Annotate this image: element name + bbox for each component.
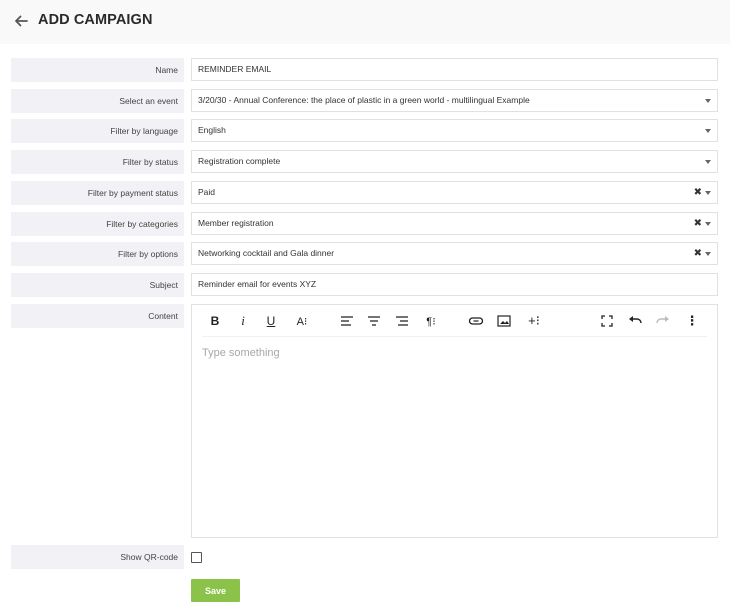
align-right-button[interactable] xyxy=(393,312,411,330)
content-editor[interactable]: B i U A⁝ ¶⁝ +⁝ ⋮ Type something xyxy=(191,304,718,538)
link-icon xyxy=(468,317,484,325)
event-label: Select an event xyxy=(11,89,184,113)
show-qr-row: Show QR-code xyxy=(0,545,730,569)
more-options-button[interactable]: ⋮ xyxy=(683,312,701,330)
content-label: Content xyxy=(11,304,184,328)
status-label: Filter by status xyxy=(11,150,184,174)
show-qr-checkbox[interactable] xyxy=(191,552,202,563)
insert-button[interactable]: +⁝ xyxy=(523,312,545,330)
status-select-value: Registration complete xyxy=(198,156,281,166)
arrow-left-icon[interactable] xyxy=(12,12,30,30)
fullscreen-icon xyxy=(601,315,613,327)
payment-status-label: Filter by payment status xyxy=(11,181,184,205)
name-input[interactable]: REMINDER EMAIL xyxy=(191,58,718,81)
editor-toolbar: B i U A⁝ ¶⁝ +⁝ ⋮ xyxy=(202,305,707,337)
link-button[interactable] xyxy=(467,312,485,330)
image-button[interactable] xyxy=(495,312,513,330)
options-select-value: Networking cocktail and Gala dinner xyxy=(198,248,335,258)
status-select[interactable]: Registration complete xyxy=(191,150,718,173)
chevron-down-icon[interactable] xyxy=(705,222,711,226)
language-row: Filter by language English xyxy=(0,119,730,143)
event-row: Select an event 3/20/30 - Annual Confere… xyxy=(0,89,730,113)
chevron-down-icon[interactable] xyxy=(705,99,711,103)
language-label: Filter by language xyxy=(11,119,184,143)
align-center-icon xyxy=(368,316,380,326)
options-select[interactable]: Networking cocktail and Gala dinner ✖ xyxy=(191,242,718,265)
categories-select[interactable]: Member registration ✖ xyxy=(191,212,718,235)
name-row: Name REMINDER EMAIL xyxy=(0,58,730,82)
language-select[interactable]: English xyxy=(191,119,718,142)
undo-button[interactable] xyxy=(626,312,644,330)
categories-row: Filter by categories Member registration… xyxy=(0,212,730,236)
payment-status-row: Filter by payment status Paid ✖ xyxy=(0,181,730,205)
options-row: Filter by options Networking cocktail an… xyxy=(0,242,730,266)
event-select-value: 3/20/30 - Annual Conference: the place o… xyxy=(198,95,530,105)
font-size-button[interactable]: A⁝ xyxy=(291,312,313,330)
page-title: ADD CAMPAIGN xyxy=(38,12,153,28)
align-left-icon xyxy=(341,316,353,326)
clear-icon[interactable]: ✖ xyxy=(694,243,702,264)
chevron-down-icon[interactable] xyxy=(705,252,711,256)
redo-icon xyxy=(656,316,669,324)
categories-label: Filter by categories xyxy=(11,212,184,236)
paragraph-button[interactable]: ¶⁝ xyxy=(420,312,442,330)
event-select[interactable]: 3/20/30 - Annual Conference: the place o… xyxy=(191,89,718,112)
page-header: ADD CAMPAIGN xyxy=(0,0,730,44)
undo-icon xyxy=(629,316,642,324)
align-center-button[interactable] xyxy=(365,312,383,330)
image-icon xyxy=(497,315,511,327)
categories-select-value: Member registration xyxy=(198,218,274,228)
italic-button[interactable]: i xyxy=(234,312,252,330)
show-qr-label: Show QR-code xyxy=(11,545,184,569)
subject-row: Subject Reminder email for events XYZ xyxy=(0,273,730,297)
redo-button[interactable] xyxy=(654,312,672,330)
clear-icon[interactable]: ✖ xyxy=(694,213,702,234)
chevron-down-icon[interactable] xyxy=(705,129,711,133)
clear-icon[interactable]: ✖ xyxy=(694,182,702,203)
subject-label: Subject xyxy=(11,273,184,297)
payment-status-select-value: Paid xyxy=(198,187,216,197)
subject-input[interactable]: Reminder email for events XYZ xyxy=(191,273,718,296)
status-row: Filter by status Registration complete xyxy=(0,150,730,174)
align-right-icon xyxy=(396,316,408,326)
align-left-button[interactable] xyxy=(338,312,356,330)
chevron-down-icon[interactable] xyxy=(705,191,711,195)
payment-status-select[interactable]: Paid ✖ xyxy=(191,181,718,204)
options-label: Filter by options xyxy=(11,242,184,266)
name-label: Name xyxy=(11,58,184,82)
bold-button[interactable]: B xyxy=(206,312,224,330)
save-button[interactable]: Save xyxy=(191,579,240,602)
editor-placeholder: Type something xyxy=(202,347,280,359)
underline-button[interactable]: U xyxy=(262,312,280,330)
fullscreen-button[interactable] xyxy=(598,312,616,330)
chevron-down-icon[interactable] xyxy=(705,160,711,164)
language-select-value: English xyxy=(198,125,226,135)
